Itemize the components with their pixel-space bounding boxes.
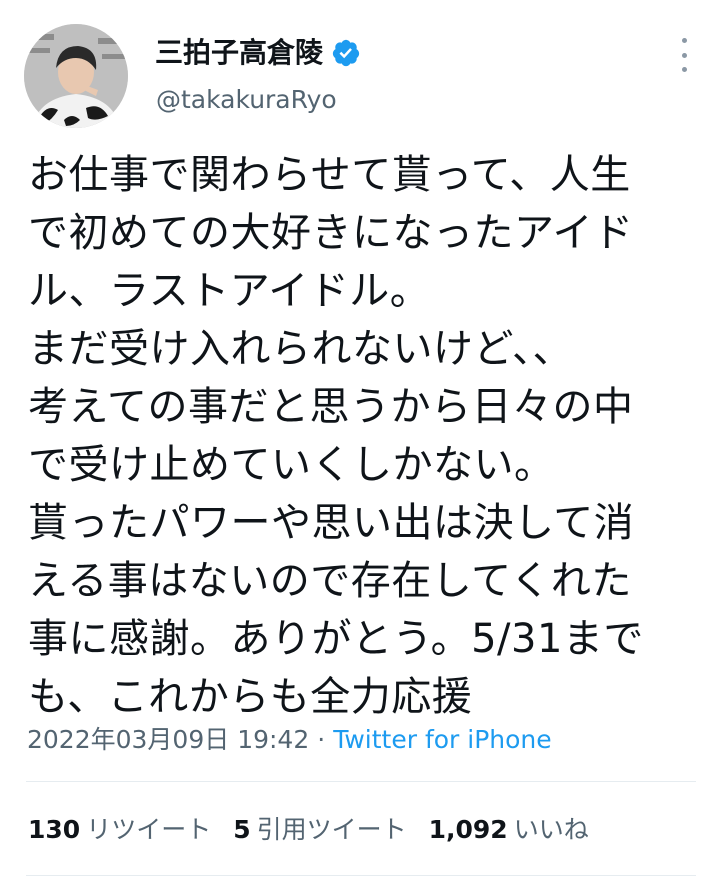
- meta-separator: ·: [317, 725, 326, 754]
- avatar[interactable]: [24, 24, 128, 128]
- tweet-text: お仕事で関わらせて貰って、人生 で初めての大好きになったアイド ル、ラストアイド…: [28, 146, 708, 726]
- divider: [26, 781, 696, 782]
- quotes-stat[interactable]: 5 引用ツイート: [233, 812, 406, 848]
- quotes-label: 引用ツイート: [256, 815, 407, 844]
- verified-badge-icon: [331, 38, 361, 68]
- tweet-line: 事に感謝。ありがとう。5/31まで: [28, 616, 644, 662]
- display-name[interactable]: 三拍子高倉陵: [155, 32, 323, 74]
- likes-count: 1,092: [428, 815, 508, 844]
- retweets-count: 130: [28, 815, 81, 844]
- author-handle[interactable]: @takakuraRyo: [156, 82, 337, 118]
- tweet-source-link[interactable]: Twitter for iPhone: [333, 725, 551, 754]
- retweets-label: リツイート: [86, 815, 212, 844]
- retweets-stat[interactable]: 130 リツイート: [28, 812, 211, 848]
- tweet-line: 貰ったパワーや思い出は決して消: [28, 500, 635, 546]
- tweet-line: える事はないので存在してくれた: [28, 558, 632, 604]
- tweet-timestamp[interactable]: 2022年03月09日 19:42: [27, 725, 309, 754]
- quotes-count: 5: [233, 815, 251, 844]
- tweet-line: で初めての大好きになったアイド: [28, 210, 634, 256]
- author-header[interactable]: 三拍子高倉陵: [155, 32, 361, 74]
- tweet-line: で受け止めていくしかない。: [28, 442, 555, 488]
- tweet-line: も、これからも全力応援: [28, 674, 473, 720]
- divider: [26, 875, 696, 876]
- tweet-line: まだ受け入れられないけど、、: [28, 326, 573, 372]
- tweet-line: ル、ラストアイドル。: [28, 268, 431, 314]
- likes-label: いいね: [513, 815, 589, 844]
- likes-stat[interactable]: 1,092 いいね: [429, 812, 589, 848]
- tweet-line: 考えての事だと思うから日々の中: [28, 384, 634, 430]
- more-options-icon[interactable]: [672, 38, 696, 72]
- tweet-stats: 130 リツイート 5 引用ツイート 1,092 いいね: [28, 812, 611, 848]
- tweet-meta: 2022年03月09日 19:42 · Twitter for iPhone: [27, 722, 552, 758]
- tweet-line: お仕事で関わらせて貰って、人生: [28, 152, 631, 198]
